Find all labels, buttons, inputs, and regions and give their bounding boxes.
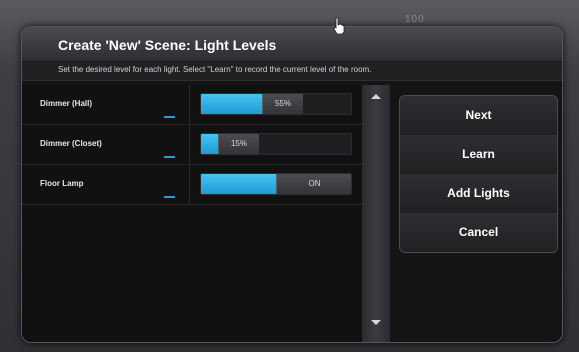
next-button[interactable]: Next [400, 96, 557, 136]
create-scene-dialog: Create 'New' Scene: Light Levels Set the… [21, 26, 563, 343]
row-divider [189, 125, 190, 164]
triangle-up-icon[interactable] [371, 94, 381, 99]
triangle-down-icon[interactable] [371, 320, 381, 325]
slider-knob[interactable]: 55% [262, 94, 303, 114]
dimmer-slider[interactable]: 55% [200, 93, 352, 115]
light-row-dimmer-closet[interactable]: Dimmer (Closet) 15% [22, 125, 362, 165]
dialog-instructions-bar: Set the desired level for each light. Se… [22, 62, 562, 81]
dimmer-slider[interactable]: 15% [200, 133, 352, 155]
background-value: 100 [405, 14, 425, 25]
dialog-instructions: Set the desired level for each light. Se… [58, 65, 372, 74]
dialog-title: Create 'New' Scene: Light Levels [58, 37, 277, 53]
on-off-switch[interactable]: ON [200, 173, 352, 195]
light-row-floor-lamp[interactable]: Floor Lamp ON [22, 165, 362, 205]
slider-fill [201, 134, 218, 154]
row-divider [189, 85, 190, 124]
list-scrollbar[interactable] [362, 85, 390, 342]
switch-fill [201, 174, 276, 194]
light-row-dimmer-hall[interactable]: Dimmer (Hall) 55% [22, 85, 362, 125]
light-indicator [164, 196, 175, 198]
light-label: Dimmer (Closet) [40, 139, 102, 148]
slider-fill [201, 94, 262, 114]
light-list: Dimmer (Hall) 55% Dimmer (Closet) 15% Fl… [22, 85, 362, 342]
slider-knob[interactable]: 15% [218, 134, 259, 154]
light-label: Floor Lamp [40, 179, 84, 188]
learn-button[interactable]: Learn [400, 135, 557, 175]
light-indicator [164, 156, 175, 158]
dialog-title-bar: Create 'New' Scene: Light Levels [22, 27, 562, 62]
hand-pointer-icon [333, 17, 345, 35]
add-lights-button[interactable]: Add Lights [400, 174, 557, 214]
light-label: Dimmer (Hall) [40, 99, 93, 108]
light-indicator [164, 116, 175, 118]
switch-state-label[interactable]: ON [276, 174, 351, 194]
action-button-panel: Next Learn Add Lights Cancel [399, 95, 558, 253]
row-divider [189, 165, 190, 204]
cancel-button[interactable]: Cancel [400, 213, 557, 252]
